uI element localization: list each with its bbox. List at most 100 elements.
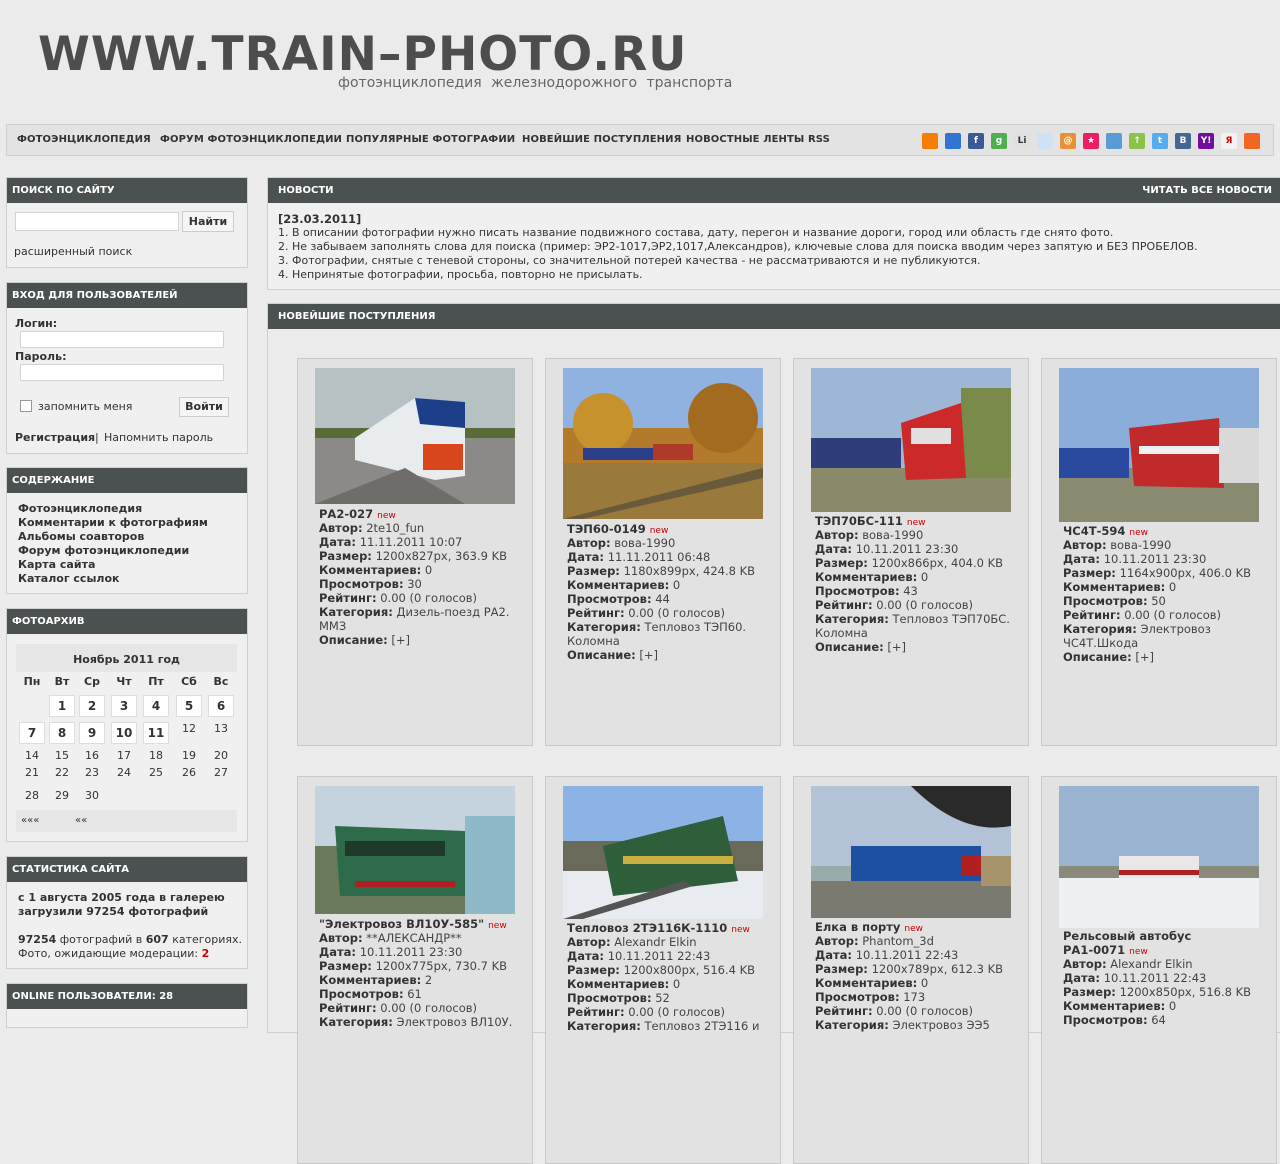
calendar-day[interactable]: 2 [79,695,105,717]
author-value[interactable]: Alexandr Elkin [614,935,696,949]
card-title[interactable]: Тепловоз 2ТЭ116К-1110 new [567,921,750,935]
vkontakte-icon[interactable]: B [1175,133,1191,149]
search-input[interactable] [15,212,179,231]
card-title-text[interactable]: Рельсовый автобус [1063,929,1191,943]
description-toggle[interactable]: [+] [639,648,658,662]
rss-icon[interactable] [1244,133,1260,149]
comments-value: 0 [672,578,681,592]
mail-ru-icon[interactable]: @ [1060,133,1076,149]
card-title[interactable]: ТЭП70БС-111 new [815,514,926,528]
photo-thumbnail[interactable] [811,368,1011,512]
author-value[interactable]: Alexandr Elkin [1110,957,1192,971]
contents-link-catalog[interactable]: Каталог ссылок [18,572,119,585]
card-title[interactable]: ТЭП60-0149 new [567,522,668,536]
description-toggle[interactable]: [+] [1135,650,1154,664]
author-value[interactable]: вова-1990 [1110,538,1171,552]
calendar-day[interactable]: 6 [208,695,234,717]
remind-password-link[interactable]: Напомнить пароль [104,431,213,444]
calendar-day[interactable]: 8 [49,722,75,744]
twitter-icon[interactable]: t [1152,133,1168,149]
calendar-prev-year[interactable]: ««« [21,815,39,826]
blogger-icon[interactable] [922,133,938,149]
password-input[interactable] [20,364,224,381]
moemesto-icon[interactable] [1106,133,1122,149]
contents-link-sitemap[interactable]: Карта сайта [18,558,95,571]
card-title-text[interactable]: ТЭП60-0149 [567,522,646,536]
author-value[interactable]: вова-1990 [614,536,675,550]
yahoo-icon[interactable]: Y! [1198,133,1214,149]
card-title[interactable]: РА2-027 new [319,507,396,521]
read-all-news-link[interactable]: ЧИТАТЬ ВСЕ НОВОСТИ [1142,178,1272,203]
card-title-text[interactable]: "Электровоз ВЛ10У-585" [319,917,484,931]
card-title[interactable]: "Электровоз ВЛ10У-585" new [319,917,507,931]
calendar-day[interactable]: 11 [143,722,169,744]
photo-thumbnail[interactable] [315,368,515,504]
search-button[interactable]: Найти [182,211,234,232]
livejournal-icon[interactable]: Li [1014,133,1030,149]
remember-checkbox[interactable] [20,400,32,412]
card-title[interactable]: Елка в порту new [815,920,923,934]
news-line-3: 3. Фотографии, снятые с теневой стороны,… [278,254,981,267]
calendar-day[interactable]: 7 [19,722,45,744]
card-title[interactable]: Рельсовый автобус [1063,929,1191,943]
calendar-day[interactable]: 3 [111,695,137,717]
nav-latest[interactable]: НОВЕЙШИЕ ПОСТУПЛЕНИЯ [522,134,681,145]
category-value[interactable]: Тепловоз 2ТЭ116 и [644,1019,759,1033]
author-value[interactable]: вова-1990 [862,528,923,542]
card-title-text[interactable]: ЧС4Т-594 [1063,524,1125,538]
card-title-text[interactable]: РА1-0071 [1063,943,1125,957]
calendar-day[interactable]: 5 [176,695,202,717]
calendar-day[interactable]: 9 [79,722,105,744]
site-logo[interactable]: WWW.TRAIN–PHOTO.RU [38,28,687,82]
delicious-icon[interactable] [945,133,961,149]
description-toggle[interactable]: [+] [391,633,410,647]
contents-link-albums[interactable]: Альбомы соавторов [18,530,144,543]
photo-thumbnail[interactable] [811,786,1011,918]
author-label: Автор: [319,931,363,945]
photo-thumbnail[interactable] [315,786,515,914]
card-title-text[interactable]: Тепловоз 2ТЭ116К-1110 [567,921,727,935]
calendar-prev-month[interactable]: «« [75,815,87,826]
yandex-icon[interactable]: Я [1221,133,1237,149]
news2-icon[interactable]: ↑ [1129,133,1145,149]
livejournal-pen-icon[interactable] [1037,133,1053,149]
calendar-day[interactable]: 4 [143,695,169,717]
author-value[interactable]: 2te10_fun [366,521,424,535]
description-toggle[interactable]: [+] [887,640,906,654]
stats-pending-count[interactable]: 2 [202,947,210,960]
nav-encyclopedia[interactable]: ФОТОЭНЦИКЛОПЕДИЯ [17,134,151,145]
card-title[interactable]: ЧС4Т-594 new [1063,524,1148,538]
nav-forum[interactable]: ФОРУМ ФОТОЭНЦИКЛОПЕДИИ [160,134,342,145]
card-title-text[interactable]: РА2-027 [319,507,373,521]
contents-link-encyclopedia[interactable]: Фотоэнциклопедия [18,502,142,515]
author-value[interactable]: **АЛЕКСАНДР** [366,931,461,945]
photo-thumbnail[interactable] [563,368,763,519]
photo-thumbnail[interactable] [1059,786,1259,928]
login-input[interactable] [20,331,224,348]
card-title-text[interactable]: ТЭП70БС-111 [815,514,903,528]
register-link[interactable]: Регистрация [15,431,95,444]
calendar-day[interactable]: 1 [49,695,75,717]
advanced-search-link[interactable]: расширенный поиск [14,245,132,258]
contents-link-comments[interactable]: Комментарии к фотографиям [18,516,208,529]
nav-rss-feeds[interactable]: НОВОСТНЫЕ ЛЕНТЫ RSS [686,134,830,145]
card-title-text[interactable]: Елка в порту [815,920,900,934]
photo-thumbnail[interactable] [1059,368,1259,522]
calendar-day[interactable]: 10 [111,722,137,744]
date-label: Дата: [567,550,605,564]
photo-thumbnail[interactable] [563,786,763,919]
category-value[interactable]: Электровоз ЭЭ5 [892,1018,989,1032]
author-value[interactable]: Phantom_3d [862,934,934,948]
card-title-line2[interactable]: РА1-0071 new [1063,943,1148,957]
calendar-day: 15 [55,749,69,762]
google-icon[interactable]: g [991,133,1007,149]
login-button[interactable]: Войти [179,397,229,417]
views-value: 61 [407,987,422,1001]
nav-popular-photos[interactable]: ПОПУЛЯРНЫЕ ФОТОГРАФИИ [346,134,515,145]
memori-icon[interactable]: ★ [1083,133,1099,149]
contents-link-forum[interactable]: Форум фотоэнциклопедии [18,544,189,557]
category-value[interactable]: Электровоз ВЛ10У. [396,1015,512,1029]
calendar-day: 27 [214,766,228,779]
facebook-icon[interactable]: f [968,133,984,149]
calendar-day: 25 [149,766,163,779]
